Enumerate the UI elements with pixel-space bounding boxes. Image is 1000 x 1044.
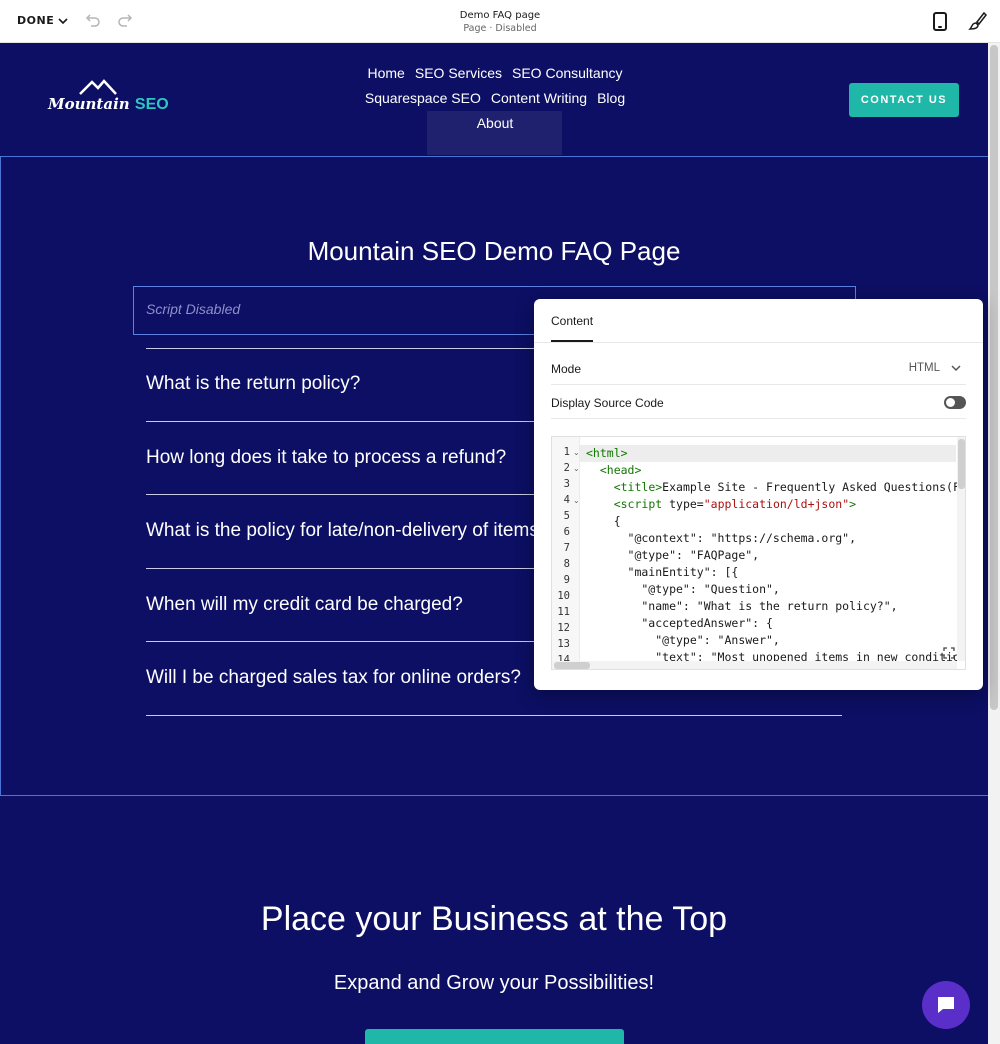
tab-content[interactable]: Content	[551, 314, 594, 342]
line-number: 2	[563, 462, 570, 474]
chat-bubble-icon	[938, 997, 954, 1013]
nav-about[interactable]: About	[477, 115, 514, 131]
line-number-gutter: 1 ⌄ 2 ⌄ 3 4 ⌄ 5 6 7 8 9 10 11 12 13 14	[552, 437, 580, 669]
code-line: <script type="application/ld+json">	[613, 497, 857, 511]
line-number: 5	[563, 510, 570, 522]
code-line: "@type": "FAQPage",	[586, 548, 760, 562]
line-number: 11	[557, 606, 570, 618]
logo-text: Mountain SEO	[48, 95, 169, 114]
page-status: Page · Disabled	[463, 23, 537, 34]
mode-select[interactable]: HTML	[909, 362, 940, 374]
nav-squarespace-seo[interactable]: Squarespace SEO	[365, 90, 481, 106]
done-button[interactable]: DONE	[17, 14, 68, 27]
code-line: <title>Example Site - Frequently Asked Q…	[613, 480, 966, 494]
display-source-row: Display Source Code	[551, 385, 966, 419]
line-number: 8	[563, 558, 570, 570]
main-nav: Home SEO Services SEO Consultancy Squaresp…	[350, 61, 640, 136]
faq-question[interactable]: What is the policy for late/non-delivery…	[146, 520, 555, 542]
display-source-label: Display Source Code	[551, 396, 664, 410]
editor-vertical-thumb[interactable]	[958, 439, 965, 489]
design-brush-icon[interactable]	[968, 11, 988, 31]
logo-text-main: Mountain	[48, 95, 130, 113]
code-line: "@type": "Question",	[586, 582, 780, 596]
nav-seo-services[interactable]: SEO Services	[415, 65, 502, 81]
fold-arrow-icon[interactable]: ⌄	[573, 496, 580, 505]
faq-question[interactable]: Will I be charged sales tax for online o…	[146, 667, 521, 689]
line-number: 1	[563, 446, 570, 458]
line-number: 4	[563, 494, 570, 506]
mode-row[interactable]: Mode HTML	[551, 351, 966, 385]
display-source-toggle[interactable]	[944, 396, 966, 409]
faq-question[interactable]: How long does it take to process a refun…	[146, 447, 506, 469]
code-line: <head>	[599, 463, 642, 477]
nav-blog[interactable]: Blog	[597, 90, 625, 106]
code-line: "acceptedAnswer": {	[586, 616, 773, 630]
code-line: {	[586, 514, 621, 528]
page-scroll-thumb[interactable]	[990, 45, 998, 710]
code-editor[interactable]: 1 ⌄ 2 ⌄ 3 4 ⌄ 5 6 7 8 9 10 11 12 13 14 <…	[551, 436, 966, 670]
mountain-logo-icon	[79, 79, 117, 95]
code-line: "@type": "Answer",	[586, 633, 780, 647]
expand-icon[interactable]	[943, 647, 955, 659]
logo-text-accent: SEO	[134, 96, 169, 113]
code-block-settings-panel: Content Mode HTML Display Source Code 1 …	[534, 299, 983, 690]
chat-widget-button[interactable]	[922, 981, 970, 1029]
undo-icon[interactable]	[82, 11, 102, 31]
fold-arrow-icon[interactable]: ⌄	[573, 448, 580, 457]
chevron-down-icon	[58, 17, 68, 24]
faq-question[interactable]: When will my credit card be charged?	[146, 594, 463, 616]
line-number: 12	[557, 622, 570, 634]
code-line: <html>	[586, 446, 628, 460]
faq-question[interactable]: What is the return policy?	[146, 373, 360, 395]
cta-button[interactable]	[365, 1029, 624, 1044]
contact-us-button[interactable]: CONTACT US	[849, 83, 959, 117]
code-line: "@context": "https://schema.org",	[586, 531, 857, 545]
line-number: 9	[563, 574, 570, 586]
page-title-text: Demo FAQ page	[459, 10, 541, 21]
active-line-highlight	[580, 445, 956, 462]
done-label: DONE	[17, 14, 55, 27]
faq-divider	[146, 715, 842, 716]
nav-content-writing[interactable]: Content Writing	[491, 90, 587, 106]
nav-home[interactable]: Home	[368, 65, 405, 81]
site-logo[interactable]: Mountain SEO	[48, 79, 169, 119]
code-line: "mainEntity": [{	[586, 565, 739, 579]
cta-subtitle: Expand and Grow your Possibilities!	[333, 972, 655, 994]
fold-arrow-icon[interactable]: ⌄	[573, 464, 580, 473]
chevron-down-icon	[951, 365, 961, 372]
editor-vertical-scrollbar[interactable]	[957, 437, 965, 661]
faq-page-title: Mountain SEO Demo FAQ Page	[307, 236, 681, 266]
mobile-preview-icon[interactable]	[933, 12, 947, 31]
editor-horizontal-scrollbar[interactable]	[552, 661, 957, 669]
panel-divider	[534, 342, 983, 343]
script-disabled-text: Script Disabled	[146, 301, 241, 317]
line-number: 3	[563, 478, 570, 490]
line-number: 7	[563, 542, 570, 554]
line-number: 10	[557, 590, 570, 602]
code-line: "name": "What is the return policy?",	[586, 599, 898, 613]
page-scrollbar[interactable]	[988, 43, 1000, 1044]
line-number: 6	[563, 526, 570, 538]
page-title: Demo FAQ page Page · Disabled	[400, 9, 600, 35]
line-number: 13	[557, 638, 570, 650]
redo-icon[interactable]	[116, 11, 136, 31]
cta-title: Place your Business at the Top	[260, 900, 728, 938]
editor-horizontal-thumb[interactable]	[554, 662, 590, 669]
mode-label: Mode	[551, 362, 582, 376]
nav-seo-consultancy[interactable]: SEO Consultancy	[512, 65, 623, 81]
site-header: Mountain SEO Home SEO Services SEO Consult…	[0, 43, 988, 156]
editor-toolbar: DONE Demo FAQ page Page · Disabled	[0, 0, 1000, 43]
